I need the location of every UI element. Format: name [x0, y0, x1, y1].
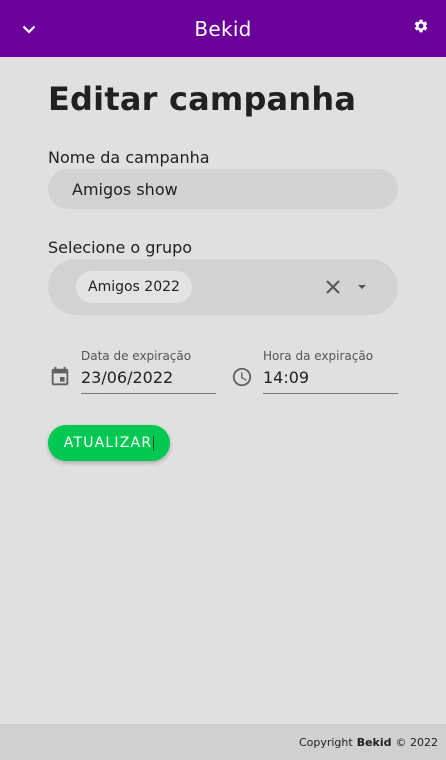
update-button-label: ATUALIZAR — [63, 435, 153, 451]
campaign-name-label: Nome da campanha — [48, 148, 210, 167]
chevron-down-icon[interactable] — [20, 20, 38, 38]
group-label: Selecione o grupo — [48, 238, 193, 257]
expiry-date-label: Data de expiração — [81, 349, 192, 363]
footer-brand: Bekid — [356, 735, 392, 749]
calendar-icon — [51, 366, 69, 386]
footer-prefix: Copyright — [298, 735, 353, 749]
footer: Copyright Bekid © 2022 — [0, 724, 446, 760]
close-icon[interactable] — [324, 278, 342, 296]
expiry-date-input[interactable]: 23/06/2022 — [81, 368, 216, 394]
campaign-name-value: Amigos show — [72, 179, 178, 199]
group-chip[interactable]: Amigos 2022 — [76, 271, 192, 303]
update-button[interactable]: ATUALIZAR — [48, 425, 170, 461]
app-bar: Bekid — [0, 0, 446, 57]
gear-icon[interactable] — [412, 17, 430, 35]
text-cursor — [153, 435, 155, 451]
group-select[interactable]: Amigos 2022 — [48, 259, 398, 315]
page-title: Editar campanha — [48, 80, 357, 118]
app-title: Bekid — [194, 16, 252, 41]
expiry-time-input[interactable]: 14:09 — [263, 368, 398, 394]
expiry-time-label: Hora da expiração — [263, 349, 374, 363]
chevron-down-icon[interactable] — [356, 283, 368, 291]
campaign-name-input[interactable]: Amigos show — [48, 169, 398, 209]
expiry-time-value: 14:09 — [263, 368, 310, 387]
expiry-date-value: 23/06/2022 — [81, 368, 174, 387]
footer-suffix: © 2022 — [395, 735, 439, 749]
clock-icon — [232, 367, 252, 387]
